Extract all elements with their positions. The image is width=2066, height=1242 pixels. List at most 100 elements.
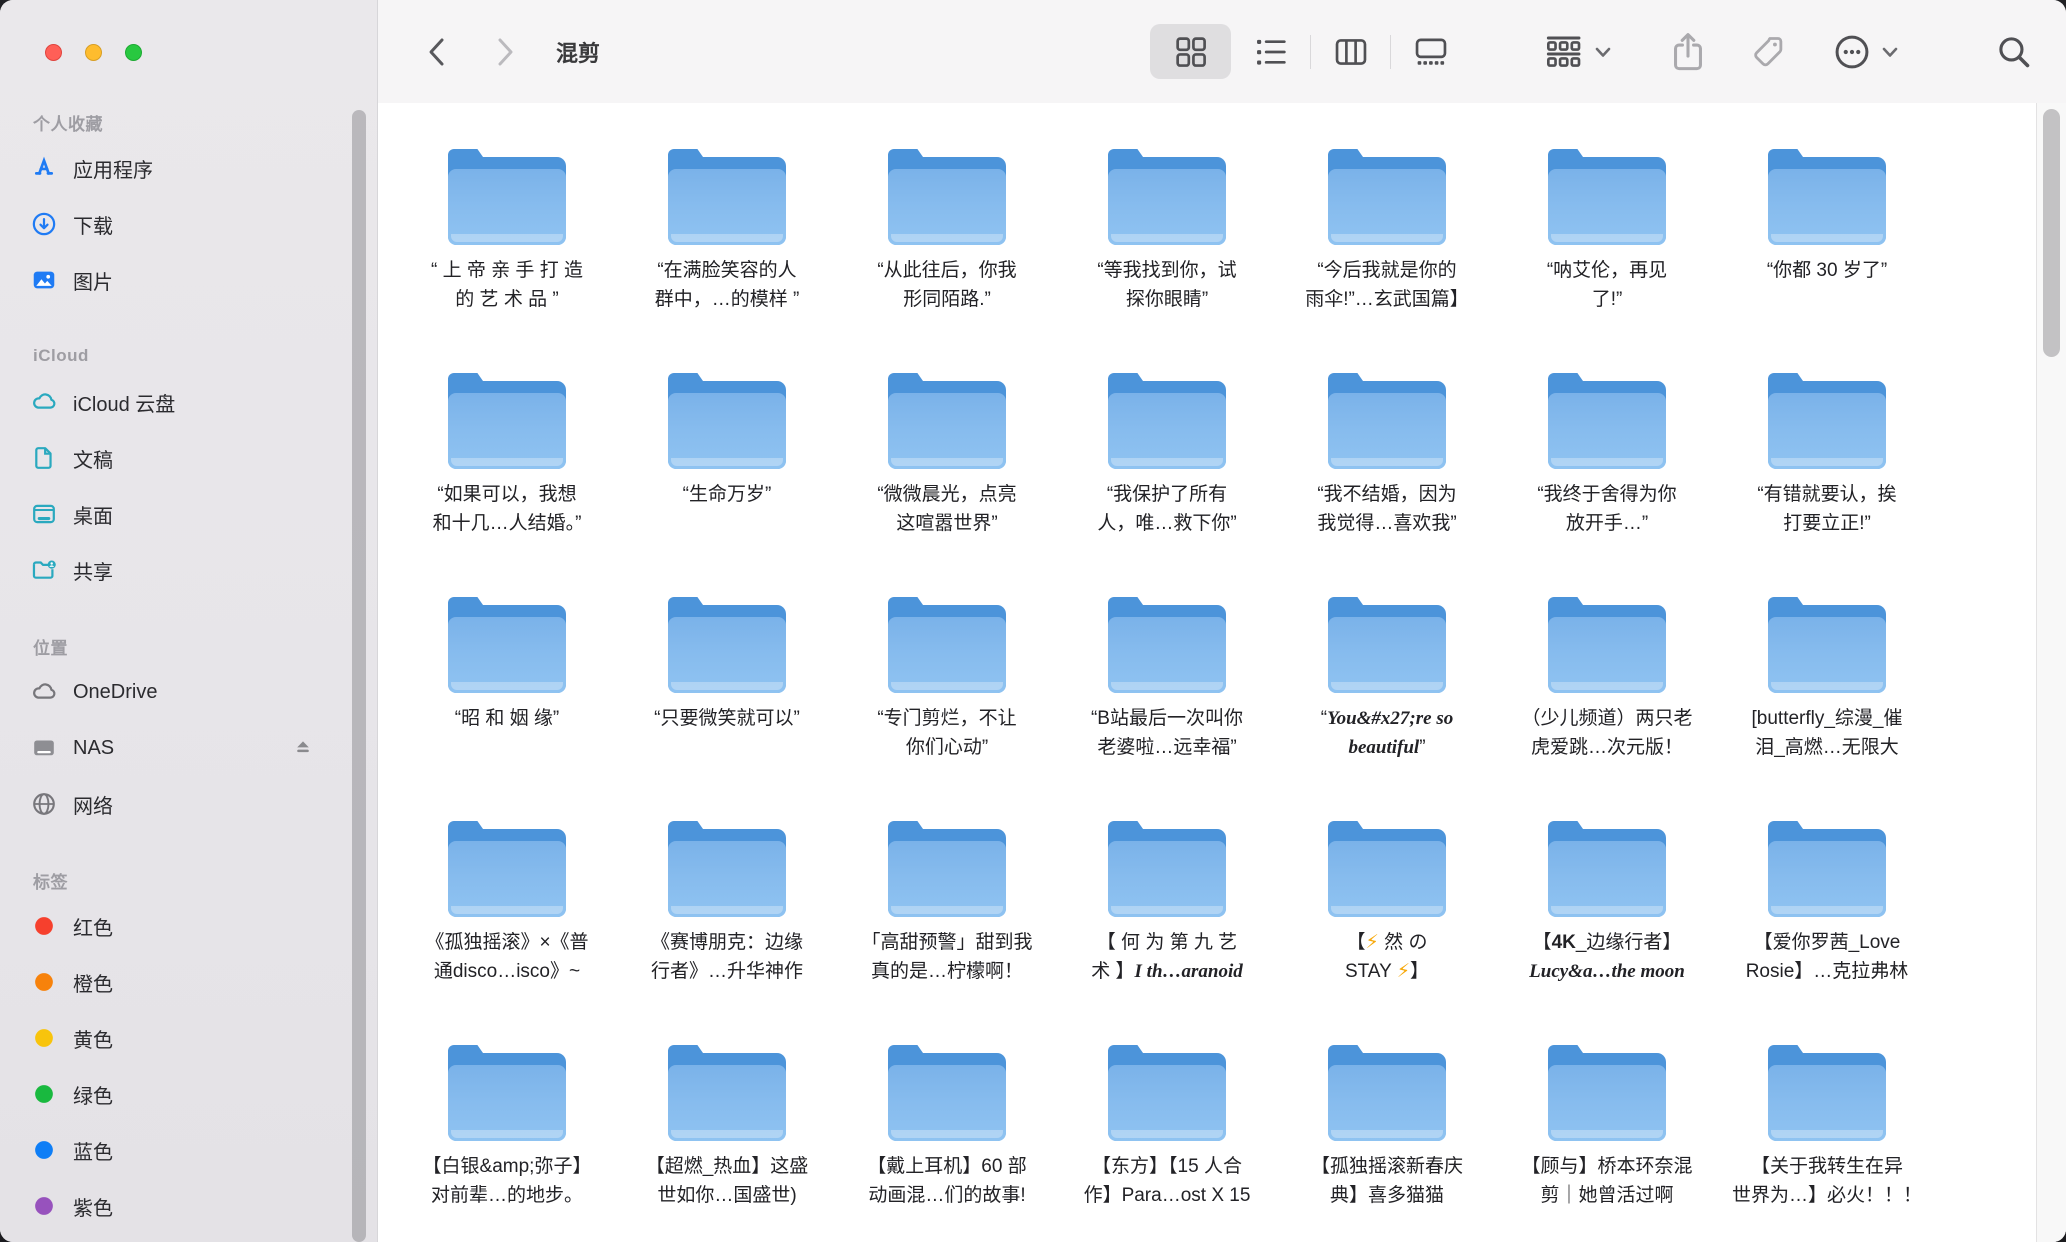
- folder-item[interactable]: “生命万岁”: [617, 327, 837, 551]
- view-gallery-button[interactable]: [1390, 24, 1471, 79]
- folder-item[interactable]: “我不结婚，因为我觉得…喜欢我”: [1277, 327, 1497, 551]
- sidebar-item[interactable]: OneDrive: [0, 664, 377, 720]
- folder-icon: [448, 821, 566, 917]
- folder-item[interactable]: “等我找到你，试探你眼睛”: [1057, 103, 1277, 327]
- sidebar-section: 位置OneDriveNAS网络: [0, 628, 377, 832]
- sidebar-item-label: 桌面: [73, 500, 113, 529]
- folder-item[interactable]: “我终于舍得为你放开手…”: [1497, 327, 1717, 551]
- group-by-button[interactable]: [1534, 0, 1624, 103]
- folder-label: “只要微笑就可以”: [654, 704, 800, 733]
- chevron-left-icon: [431, 40, 442, 64]
- folder-label: “有错就要认，挨打要立正!”: [1757, 480, 1896, 538]
- folder-item[interactable]: （少儿频道）两只老虎爱跳…次元版！: [1497, 551, 1717, 775]
- folder-label: “从此往后，你我形同陌路.”: [877, 256, 1016, 314]
- folder-item[interactable]: 【戴上耳机】60 部动画混…们的故事!: [837, 999, 1057, 1223]
- cloud-grey-icon: [30, 678, 58, 706]
- grid-view-icon: [1174, 35, 1208, 69]
- folder-item[interactable]: “只要微笑就可以”: [617, 551, 837, 775]
- folder-item[interactable]: 「高甜预警」甜到我真的是…柠檬啊！: [837, 775, 1057, 999]
- folder-item[interactable]: 【顾与】桥本环奈混剪｜她曾活过啊: [1497, 999, 1717, 1223]
- folder-item[interactable]: “有错就要认，挨打要立正!”: [1717, 327, 1937, 551]
- tag-dot-icon: [30, 1192, 58, 1220]
- folder-item[interactable]: “微微晨光，点亮这喧嚣世界”: [837, 327, 1057, 551]
- folder-item[interactable]: 【白银&amp;弥子】对前辈…的地步。: [397, 999, 617, 1223]
- sidebar-item[interactable]: 文稿: [0, 430, 377, 486]
- minimize-button[interactable]: [85, 44, 102, 61]
- sidebar-item[interactable]: iCloud 云盘: [0, 374, 377, 430]
- sidebar-item[interactable]: 共享: [0, 542, 377, 598]
- folder-item[interactable]: 《孤独摇滚》×《普通disco…isco》~: [397, 775, 617, 999]
- group-by-icon: [1545, 33, 1585, 71]
- folder-item[interactable]: 【爱你罗茜_LoveRosie】…克拉弗林: [1717, 775, 1937, 999]
- more-button[interactable]: [1818, 0, 1914, 103]
- folder-item[interactable]: “B站最后一次叫你老婆啦…远幸福”: [1057, 551, 1277, 775]
- folder-icon: [1108, 149, 1226, 245]
- folder-item[interactable]: 【 何 为 第 九 艺术 】I th…aranoid: [1057, 775, 1277, 999]
- sidebar-item[interactable]: 网络: [0, 776, 377, 832]
- view-grid-button[interactable]: [1150, 24, 1231, 79]
- tag-icon: [1750, 34, 1786, 70]
- zoom-button[interactable]: [125, 44, 142, 61]
- folder-item[interactable]: “You&#x27;re sobeautiful”: [1277, 551, 1497, 775]
- sidebar-item[interactable]: 橙色: [0, 954, 377, 1010]
- folder-item[interactable]: 【超燃_热血】这盛世如你…国盛世): [617, 999, 837, 1223]
- folder-item[interactable]: “如果可以，我想和十几…人结婚。”: [397, 327, 617, 551]
- folder-item[interactable]: “从此往后，你我形同陌路.”: [837, 103, 1057, 327]
- folder-icon: [888, 149, 1006, 245]
- sidebar-section-header: iCloud: [0, 338, 377, 374]
- folder-label: 【 何 为 第 九 艺术 】I th…aranoid: [1091, 928, 1243, 986]
- folder-item[interactable]: [butterfly_综漫_催泪_高燃…无限大: [1717, 551, 1937, 775]
- sidebar-item[interactable]: 黄色: [0, 1010, 377, 1066]
- scrollbar-thumb[interactable]: [2043, 109, 2060, 357]
- sidebar-item[interactable]: NAS: [0, 720, 377, 776]
- folder-item[interactable]: “呐艾伦，再见了!”: [1497, 103, 1717, 327]
- sidebar-item[interactable]: 图片: [0, 252, 377, 308]
- scrollbar-track[interactable]: [2036, 103, 2066, 1242]
- cloud-teal-icon: [30, 388, 58, 416]
- folder-item[interactable]: “你都 30 岁了”: [1717, 103, 1937, 327]
- globe-icon: [30, 790, 58, 818]
- sidebar-item[interactable]: 桌面: [0, 486, 377, 542]
- tag-dot-icon: [30, 1024, 58, 1052]
- view-list-button[interactable]: [1230, 24, 1311, 79]
- folder-item[interactable]: “今后我就是你的雨伞!”…玄武国篇】: [1277, 103, 1497, 327]
- back-button[interactable]: [418, 0, 454, 103]
- sidebar-item[interactable]: 下载: [0, 196, 377, 252]
- folder-label: 【超燃_热血】这盛世如你…国盛世): [646, 1152, 809, 1210]
- tag-button[interactable]: [1740, 0, 1796, 103]
- folder-label: “B站最后一次叫你老婆啦…远幸福”: [1091, 704, 1243, 762]
- folder-item[interactable]: “在满脸笑容的人群中，…的模样 ”: [617, 103, 837, 327]
- folder-label: “如果可以，我想和十几…人结婚。”: [433, 480, 582, 538]
- folder-item[interactable]: 【4K_边缘行者】Lucy&a…the moon: [1497, 775, 1717, 999]
- folder-label: “我终于舍得为你放开手…”: [1537, 480, 1676, 538]
- sidebar-item[interactable]: 绿色: [0, 1066, 377, 1122]
- folder-icon: [1548, 597, 1666, 693]
- sidebar-item[interactable]: 应用程序: [0, 140, 377, 196]
- folder-item[interactable]: 【⚡ 然 のSTAY ⚡】: [1277, 775, 1497, 999]
- view-columns-button[interactable]: [1310, 24, 1391, 79]
- folder-label: 【戴上耳机】60 部动画混…们的故事!: [867, 1152, 1026, 1210]
- folder-item[interactable]: 《赛博朋克：边缘行者》…升华神作: [617, 775, 837, 999]
- forward-button[interactable]: [488, 0, 524, 103]
- sidebar-item-label: 网络: [73, 790, 113, 819]
- sidebar-item[interactable]: 紫色: [0, 1178, 377, 1234]
- folder-item[interactable]: “专门剪烂，不让你们心动”: [837, 551, 1057, 775]
- sidebar-item[interactable]: 红色: [0, 898, 377, 954]
- folder-label: 《孤独摇滚》×《普通disco…isco》~: [425, 928, 588, 986]
- folder-item[interactable]: 【东方】【15 人合作】Para…ost X 15: [1057, 999, 1277, 1223]
- folder-icon: [1328, 821, 1446, 917]
- close-button[interactable]: [45, 44, 62, 61]
- folder-icon: [1768, 821, 1886, 917]
- search-button[interactable]: [1986, 0, 2042, 103]
- folder-item[interactable]: “昭 和 姻 缘”: [397, 551, 617, 775]
- sidebar-section: iCloudiCloud 云盘文稿桌面共享: [0, 338, 377, 598]
- eject-button[interactable]: [291, 736, 315, 760]
- sidebar-item[interactable]: 蓝色: [0, 1122, 377, 1178]
- folder-item[interactable]: “我保护了所有人，唯…救下你”: [1057, 327, 1277, 551]
- folder-item[interactable]: “ 上 帝 亲 手 打 造的 艺 术 品 ”: [397, 103, 617, 327]
- sidebar-scrollbar[interactable]: [352, 110, 366, 1242]
- share-button[interactable]: [1660, 0, 1716, 103]
- folder-item[interactable]: 【关于我转生在异世界为…】必火！！！: [1717, 999, 1937, 1223]
- folder-item[interactable]: 【孤独摇滚新春庆典】喜多猫猫: [1277, 999, 1497, 1223]
- sidebar-item-label: 橙色: [73, 968, 113, 997]
